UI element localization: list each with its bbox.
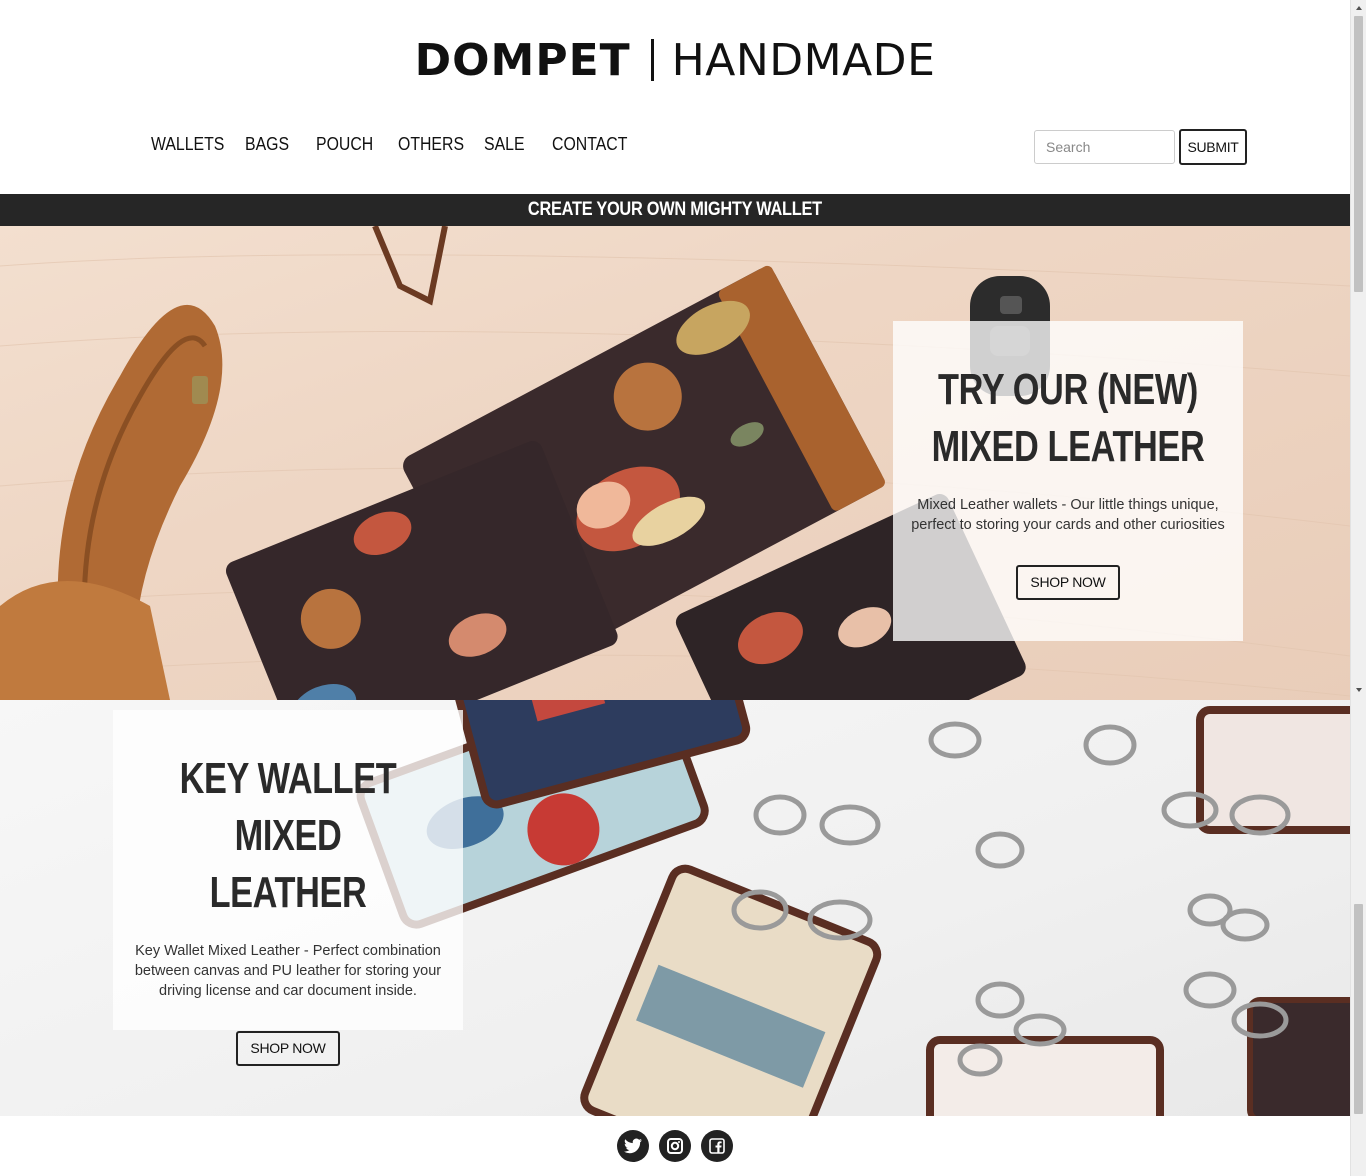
nav-item-others[interactable]: OTHERS bbox=[398, 134, 464, 155]
search-input[interactable] bbox=[1034, 130, 1175, 164]
nav-item-wallets[interactable]: WALLETS bbox=[151, 134, 224, 155]
nav-item-pouch[interactable]: POUCH bbox=[316, 134, 373, 155]
main-nav: WALLETS BAGS POUCH OTHERS SALE CONTACT bbox=[151, 134, 668, 155]
inner-scroll-thumb[interactable] bbox=[1354, 904, 1363, 1114]
footer bbox=[0, 1116, 1350, 1176]
search-form: SUBMIT bbox=[1034, 129, 1247, 165]
scroll-thumb[interactable] bbox=[1354, 16, 1363, 292]
hero-key-wallet-text: Key Wallet Mixed Leather - Perfect combi… bbox=[134, 943, 442, 999]
submit-button[interactable]: SUBMIT bbox=[1179, 129, 1247, 165]
hero-key-wallet: KEY WALLET MIXED LEATHER Key Wallet Mixe… bbox=[0, 700, 1350, 1116]
hero-mixed-leather-text: Mixed Leather wallets - Our little thing… bbox=[911, 497, 1225, 533]
promo-banner[interactable]: CREATE YOUR OWN MIGHTY WALLET bbox=[0, 194, 1350, 226]
nav-item-sale[interactable]: SALE bbox=[484, 134, 525, 155]
facebook-icon[interactable] bbox=[701, 1130, 733, 1162]
hero-mixed-leather-title: TRY OUR (NEW) MIXED LEATHER bbox=[931, 365, 1205, 471]
logo-sub: HANDMADE bbox=[671, 35, 936, 86]
shop-now-button[interactable]: SHOP NOW bbox=[1016, 565, 1120, 600]
logo-divider bbox=[650, 39, 654, 81]
site-logo[interactable]: DOMPET HANDMADE bbox=[0, 36, 1350, 86]
hero-mixed-leather: TRY OUR (NEW) MIXED LEATHER Mixed Leathe… bbox=[0, 226, 1350, 700]
page: DOMPET HANDMADE WALLETS BAGS POUCH OTHERS… bbox=[0, 0, 1350, 1176]
twitter-icon[interactable] bbox=[617, 1130, 649, 1162]
instagram-icon[interactable] bbox=[659, 1130, 691, 1162]
page-scrollbar[interactable] bbox=[1350, 0, 1366, 1176]
hero-key-wallet-panel: KEY WALLET MIXED LEATHER Key Wallet Mixe… bbox=[113, 710, 463, 1066]
nav-item-contact[interactable]: CONTACT bbox=[552, 134, 627, 155]
hero-mixed-leather-panel: TRY OUR (NEW) MIXED LEATHER Mixed Leathe… bbox=[893, 321, 1243, 641]
shop-now-button[interactable]: SHOP NOW bbox=[236, 1031, 340, 1066]
nav-item-bags[interactable]: BAGS bbox=[245, 134, 289, 155]
promo-banner-text: CREATE YOUR OWN MIGHTY WALLET bbox=[528, 199, 822, 220]
scroll-down-arrow-icon[interactable] bbox=[1351, 684, 1366, 696]
scroll-up-arrow-icon[interactable] bbox=[1351, 2, 1366, 14]
hero-key-wallet-title: KEY WALLET MIXED LEATHER bbox=[179, 754, 397, 917]
logo-brand: DOMPET bbox=[414, 35, 631, 86]
